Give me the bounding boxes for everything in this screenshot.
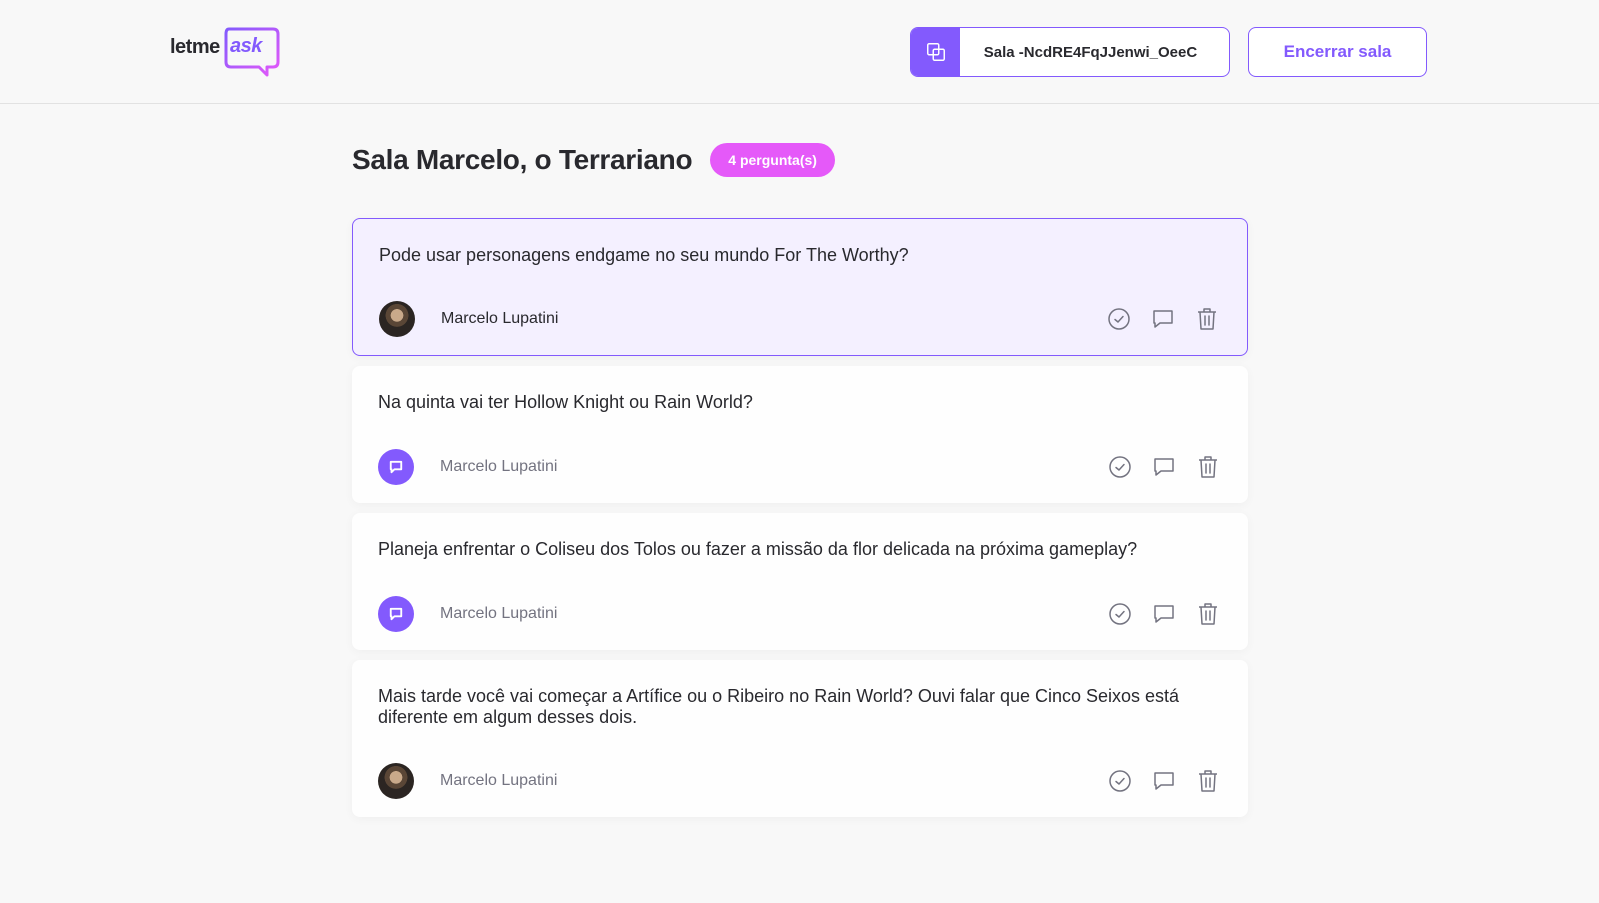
question-actions bbox=[1105, 305, 1221, 333]
question-card: Pode usar personagens endgame no seu mun… bbox=[352, 218, 1248, 356]
highlight-question-button[interactable] bbox=[1150, 767, 1178, 795]
chat-bubble-icon bbox=[1153, 310, 1173, 328]
highlight-question-button[interactable] bbox=[1150, 453, 1178, 481]
copy-icon bbox=[926, 43, 945, 61]
trash-icon bbox=[1198, 308, 1216, 330]
logo-letme-text: letme bbox=[170, 36, 220, 58]
question-content: Na quinta vai ter Hollow Knight ou Rain … bbox=[378, 392, 753, 412]
question-card: Na quinta vai ter Hollow Knight ou Rain … bbox=[352, 366, 1248, 503]
chat-bubble-icon bbox=[1154, 458, 1174, 476]
avatar bbox=[378, 763, 414, 799]
user-name: Marcelo Lupatini bbox=[441, 310, 559, 327]
question-actions bbox=[1106, 767, 1222, 795]
trash-icon bbox=[1199, 770, 1217, 792]
avatar bbox=[379, 301, 415, 337]
room-code-copy-button[interactable]: Sala -NcdRE4FqJJenwi_OeeC bbox=[910, 27, 1230, 77]
question-footer: Marcelo Lupatini bbox=[378, 596, 1222, 632]
question-footer: Marcelo Lupatini bbox=[378, 449, 1222, 485]
delete-question-button[interactable] bbox=[1194, 600, 1222, 628]
logo-ask-text: ask bbox=[230, 35, 262, 57]
avatar bbox=[378, 449, 414, 485]
question-card: Mais tarde você vai começar a Artífice o… bbox=[352, 660, 1248, 817]
check-circle-icon bbox=[1109, 770, 1131, 792]
mark-answered-button[interactable] bbox=[1106, 600, 1134, 628]
user-info: Marcelo Lupatini bbox=[378, 763, 557, 799]
trash-icon bbox=[1199, 603, 1217, 625]
mark-answered-button[interactable] bbox=[1105, 305, 1133, 333]
user-info: Marcelo Lupatini bbox=[378, 596, 557, 632]
delete-question-button[interactable] bbox=[1194, 767, 1222, 795]
chat-bubble-icon bbox=[1154, 772, 1174, 790]
highlight-question-button[interactable] bbox=[1150, 600, 1178, 628]
question-card: Planeja enfrentar o Coliseu dos Tolos ou… bbox=[352, 513, 1248, 650]
question-content: Pode usar personagens endgame no seu mun… bbox=[379, 245, 909, 265]
chat-icon bbox=[389, 460, 403, 474]
delete-question-button[interactable] bbox=[1193, 305, 1221, 333]
avatar bbox=[378, 596, 414, 632]
highlight-question-button[interactable] bbox=[1149, 305, 1177, 333]
check-circle-icon bbox=[1109, 603, 1131, 625]
question-footer: Marcelo Lupatini bbox=[379, 301, 1221, 337]
user-name: Marcelo Lupatini bbox=[440, 772, 558, 789]
room-title-row: Sala Marcelo, o Terrariano 4 pergunta(s) bbox=[352, 143, 835, 177]
end-room-button[interactable]: Encerrar sala bbox=[1248, 27, 1427, 77]
mark-answered-button[interactable] bbox=[1106, 767, 1134, 795]
copy-icon-box bbox=[911, 28, 960, 76]
delete-question-button[interactable] bbox=[1194, 453, 1222, 481]
page-header: letme ask Sala -NcdRE4FqJJenwi_OeeC Ence… bbox=[0, 0, 1599, 104]
chat-icon bbox=[389, 607, 403, 621]
user-name: Marcelo Lupatini bbox=[440, 458, 558, 475]
trash-icon bbox=[1199, 456, 1217, 478]
check-circle-icon bbox=[1108, 308, 1130, 330]
question-footer: Marcelo Lupatini bbox=[378, 763, 1222, 799]
user-info: Marcelo Lupatini bbox=[379, 301, 558, 337]
user-info: Marcelo Lupatini bbox=[378, 449, 557, 485]
question-content: Mais tarde você vai começar a Artífice o… bbox=[378, 686, 1180, 727]
question-actions bbox=[1106, 600, 1222, 628]
question-actions bbox=[1106, 453, 1222, 481]
question-count-badge: 4 pergunta(s) bbox=[710, 143, 835, 177]
room-code-text: Sala -NcdRE4FqJJenwi_OeeC bbox=[983, 43, 1198, 61]
mark-answered-button[interactable] bbox=[1106, 453, 1134, 481]
chat-bubble-icon bbox=[1154, 605, 1174, 623]
check-circle-icon bbox=[1109, 456, 1131, 478]
user-name: Marcelo Lupatini bbox=[440, 605, 558, 622]
question-content: Planeja enfrentar o Coliseu dos Tolos ou… bbox=[378, 539, 1138, 559]
letmeask-logo[interactable]: letme ask bbox=[170, 26, 280, 78]
room-title: Sala Marcelo, o Terrariano bbox=[352, 144, 693, 175]
